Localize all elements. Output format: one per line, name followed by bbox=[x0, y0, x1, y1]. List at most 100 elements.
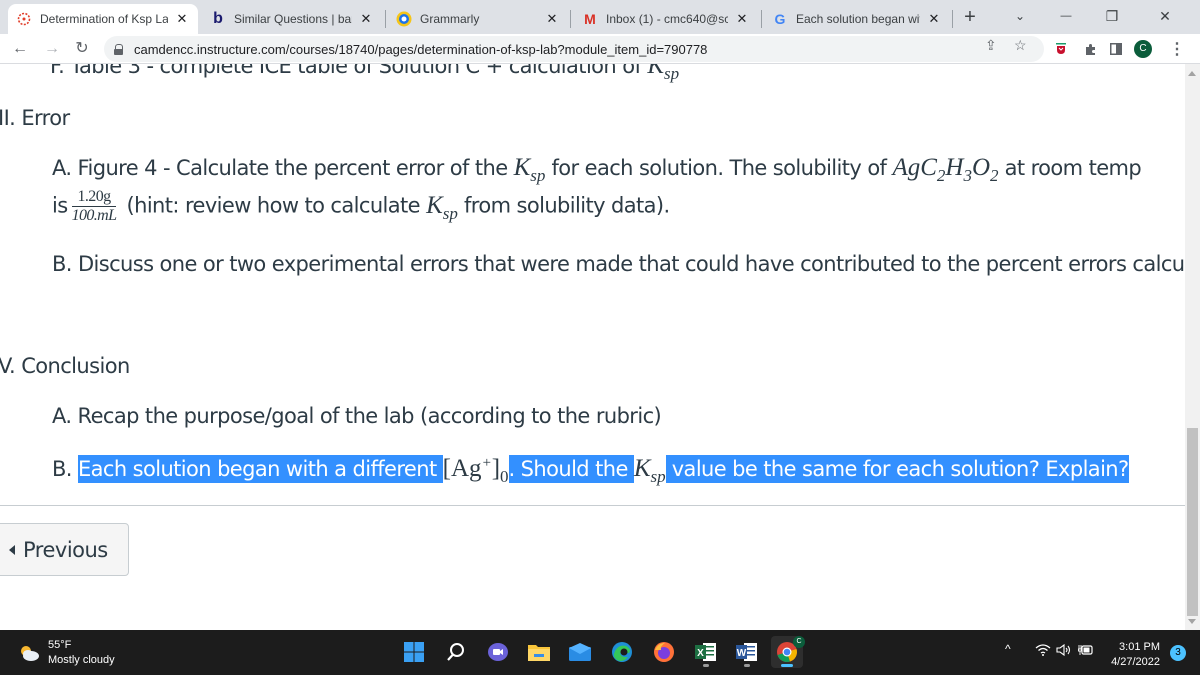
mcafee-extension-icon[interactable] bbox=[1054, 40, 1068, 58]
ksp-symbol: Ksp bbox=[647, 64, 680, 83]
scrollbar-thumb[interactable] bbox=[1187, 428, 1198, 616]
tab-similar-questions[interactable]: b Similar Questions | bartleby ✕ bbox=[202, 4, 382, 34]
section-heading-conclusion: V. Conclusion bbox=[0, 354, 130, 378]
google-icon: G bbox=[774, 11, 786, 27]
section-heading-error: II. Error bbox=[0, 106, 70, 130]
silver-acetate-formula: AgC2H3O2 bbox=[892, 154, 999, 185]
word-button[interactable]: W bbox=[731, 636, 763, 668]
close-tab-icon[interactable]: ✕ bbox=[544, 11, 560, 27]
firefox-button[interactable] bbox=[648, 636, 680, 668]
clock-date: 4/27/2022 bbox=[1111, 656, 1160, 668]
teams-chat-button[interactable] bbox=[482, 636, 514, 668]
clock-time: 3:01 PM bbox=[1119, 641, 1160, 653]
weather-widget[interactable]: 55°F Mostly cloudy bbox=[18, 638, 115, 668]
word-icon: W bbox=[736, 643, 757, 661]
extensions-puzzle-icon[interactable] bbox=[1082, 40, 1098, 58]
tab-google-search[interactable]: G Each solution began with ✕ bbox=[764, 4, 950, 34]
volume-icon[interactable] bbox=[1056, 643, 1072, 659]
firefox-icon bbox=[654, 642, 674, 662]
edge-icon bbox=[612, 642, 632, 662]
tab-separator bbox=[761, 10, 762, 28]
tab-search-button[interactable]: ⌄ bbox=[997, 0, 1043, 34]
system-clock[interactable]: 3:01 PM 4/27/2022 bbox=[1100, 640, 1160, 670]
running-indicator bbox=[703, 664, 709, 667]
ksp-symbol: Ksp bbox=[633, 455, 666, 486]
partial-heading-table3: F. Table 3 - complete ICE table of Solut… bbox=[50, 64, 679, 84]
reload-button[interactable]: ↻ bbox=[70, 37, 94, 61]
browser-tab-strip: Determination of Ksp Lab ✕ b Similar Que… bbox=[0, 0, 1200, 34]
canvas-page-content: F. Table 3 - complete ICE table of Solut… bbox=[0, 64, 1185, 630]
windows-logo-icon bbox=[404, 642, 424, 662]
tab-grammarly[interactable]: Grammarly ✕ bbox=[388, 4, 568, 34]
content-divider bbox=[0, 505, 1185, 506]
ksp-symbol: Ksp bbox=[513, 154, 546, 185]
wifi-icon[interactable] bbox=[1035, 644, 1051, 659]
scroll-up-arrow-icon[interactable] bbox=[1188, 71, 1196, 76]
conclusion-item-a: A. Recap the purpose/goal of the lab (ac… bbox=[52, 404, 662, 428]
url-text[interactable]: camdencc.instructure.com/courses/18740/p… bbox=[134, 42, 707, 57]
tab-title: Inbox (1) - cmc640@scarletmail bbox=[606, 12, 728, 26]
error-item-b: B. Discuss one or two experimental error… bbox=[52, 252, 1185, 276]
fraction-denominator: 100.mL bbox=[71, 207, 117, 224]
start-button[interactable] bbox=[398, 636, 430, 668]
browser-toolbar: ← → ↻ camdencc.instructure.com/courses/1… bbox=[0, 34, 1200, 64]
share-icon[interactable]: ⇪ bbox=[985, 37, 997, 54]
ksp-symbol: Ksp bbox=[426, 191, 458, 223]
chat-camera-icon bbox=[488, 643, 508, 661]
tab-gmail-inbox[interactable]: M Inbox (1) - cmc640@scarletmail ✕ bbox=[574, 4, 758, 34]
show-hidden-icons-chevron-icon[interactable]: ^ bbox=[1005, 642, 1011, 656]
close-tab-icon[interactable]: ✕ bbox=[926, 11, 942, 27]
profile-avatar[interactable]: C bbox=[1133, 40, 1153, 58]
weather-temperature: 55°F bbox=[48, 639, 72, 651]
close-tab-icon[interactable]: ✕ bbox=[358, 11, 374, 27]
notification-badge[interactable]: 3 bbox=[1170, 645, 1186, 661]
selected-text: . Should the bbox=[508, 455, 634, 483]
gmail-icon: M bbox=[584, 11, 596, 27]
windows-taskbar: 55°F Mostly cloudy X W C ^ 3:01 PM 4/27/… bbox=[0, 630, 1200, 675]
side-panel-icon[interactable] bbox=[1108, 40, 1124, 58]
mail-button[interactable] bbox=[564, 636, 596, 668]
address-bar[interactable]: camdencc.instructure.com/courses/18740/p… bbox=[104, 36, 1044, 62]
lock-icon bbox=[114, 43, 124, 55]
excel-button[interactable]: X bbox=[690, 636, 722, 668]
close-tab-icon[interactable]: ✕ bbox=[734, 11, 750, 27]
caret-left-icon bbox=[9, 544, 15, 555]
conclusion-item-b-selected[interactable]: B. Each solution began with a different … bbox=[52, 455, 1129, 487]
scroll-down-arrow-icon[interactable] bbox=[1188, 619, 1196, 624]
search-button[interactable] bbox=[440, 636, 472, 668]
edge-browser-button[interactable] bbox=[606, 636, 638, 668]
fraction-numerator: 1.20g bbox=[71, 188, 117, 207]
tab-separator bbox=[570, 10, 571, 28]
previous-button[interactable]: Previous bbox=[0, 523, 129, 576]
error-item-a-line2: is 1.20g 100.mL (hint: review how to calcu… bbox=[52, 188, 670, 225]
back-button[interactable]: ← bbox=[8, 37, 32, 61]
initial-silver-ion-concentration: [Ag+]0 bbox=[442, 455, 509, 486]
partly-cloudy-icon bbox=[18, 644, 40, 662]
tab-separator bbox=[952, 10, 953, 28]
excel-icon: X bbox=[695, 643, 716, 661]
close-tab-icon[interactable]: ✕ bbox=[174, 11, 190, 27]
svg-text:W: W bbox=[737, 648, 747, 659]
chrome-profile-badge: C bbox=[793, 636, 805, 648]
grammarly-icon bbox=[396, 11, 412, 27]
bartleby-icon: b bbox=[213, 10, 223, 27]
folder-icon bbox=[528, 645, 550, 661]
tab-determination-of-ksp-lab[interactable]: Determination of Ksp Lab ✕ bbox=[8, 4, 198, 34]
solubility-fraction: 1.20g 100.mL bbox=[71, 188, 117, 225]
restore-button[interactable]: ❐ bbox=[1089, 0, 1135, 34]
tab-title: Each solution began with bbox=[796, 12, 920, 26]
weather-condition: Mostly cloudy bbox=[48, 654, 115, 666]
page-scrollbar[interactable] bbox=[1185, 64, 1200, 630]
chrome-button[interactable]: C bbox=[771, 636, 805, 668]
close-window-button[interactable]: ✕ bbox=[1142, 0, 1188, 34]
forward-button[interactable]: → bbox=[40, 37, 64, 61]
bookmark-star-icon[interactable]: ☆ bbox=[1014, 37, 1027, 54]
new-tab-button[interactable]: + bbox=[958, 4, 982, 30]
selected-text: value be the same for each solution? Exp… bbox=[665, 455, 1129, 483]
minimize-button[interactable]: — bbox=[1043, 0, 1089, 34]
battery-charging-icon[interactable] bbox=[1078, 644, 1094, 659]
file-explorer-button[interactable] bbox=[523, 636, 555, 668]
browser-menu-icon[interactable]: ⋮ bbox=[1169, 40, 1185, 58]
avatar-initial: C bbox=[1134, 40, 1152, 58]
svg-text:X: X bbox=[697, 648, 704, 659]
